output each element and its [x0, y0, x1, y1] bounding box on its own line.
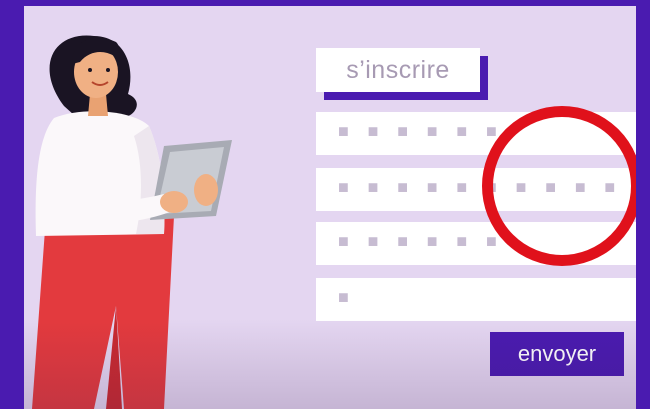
video-frame: s’inscrire ■ ■ ■ ■ ■ ■ ■ ■ ■ ■ ■ ■ ■ ■ ■…: [24, 6, 636, 409]
woman-with-tablet-illustration: [32, 35, 232, 409]
red-highlight-circle: [482, 106, 636, 266]
submit-button[interactable]: envoyer: [490, 332, 624, 376]
form-title-card: s’inscrire: [316, 48, 488, 100]
form-title: s’inscrire: [316, 48, 480, 92]
form-field-4[interactable]: ■: [316, 278, 636, 321]
